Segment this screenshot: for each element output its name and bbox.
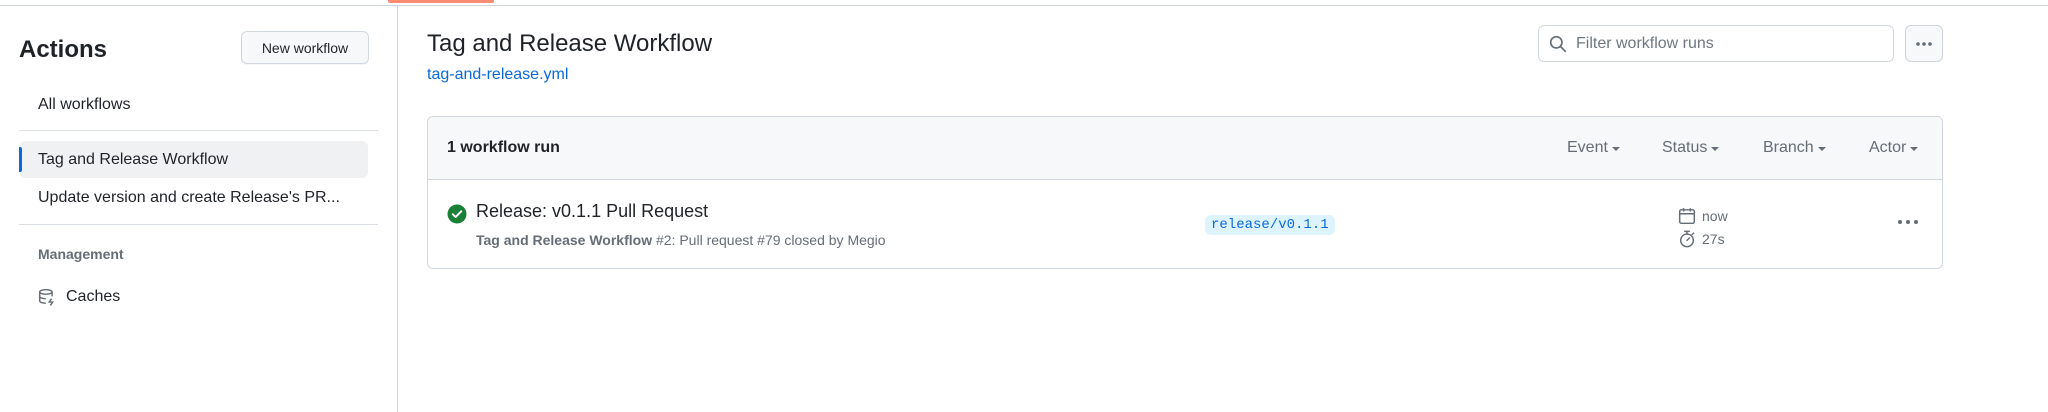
database-icon [38,288,54,306]
caret-down-icon [1817,147,1826,151]
more-options-button[interactable] [1905,25,1943,62]
sidebar-item-caches[interactable]: Caches [38,282,120,312]
filter-menu-label: Branch [1763,139,1814,156]
search-icon [1549,35,1567,52]
run-time: now [1678,207,1728,225]
status-filter-menu[interactable]: Status [1662,139,1720,157]
filter-menu-label: Status [1662,139,1708,156]
sidebar-item-update-version-workflow[interactable]: Update version and create Release's PR..… [19,179,368,216]
sidebar-item-label: All workflows [38,95,131,113]
run-workflow-name: Tag and Release Workflow [476,232,653,248]
kebab-horizontal-icon [1916,41,1932,46]
calendar-icon [1678,208,1696,225]
run-details: #2: Pull request #79 closed by Megio [652,232,886,248]
run-meta: Tag and Release Workflow #2: Pull reques… [476,232,886,248]
filter-menu-label: Actor [1869,139,1907,156]
runs-header: 1 workflow run Event Status Branch Actor [428,117,1942,180]
management-section-label: Management [38,246,124,262]
caret-down-icon [1711,147,1720,151]
actor-filter-menu[interactable]: Actor [1869,139,1919,157]
branch-filter-menu[interactable]: Branch [1763,139,1826,157]
workflow-file-link[interactable]: tag-and-release.yml [427,66,568,84]
filter-menu-label: Event [1567,139,1608,156]
filter-runs-input[interactable] [1576,34,1876,53]
caret-down-icon [1910,147,1919,151]
sidebar-item-label: Tag and Release Workflow [38,150,229,168]
run-title-link[interactable]: Release: v0.1.1 Pull Request [476,201,708,222]
sidebar-item-label: Caches [66,288,121,305]
check-circle-fill-icon [447,204,467,224]
table-row[interactable]: Release: v0.1.1 Pull Request Tag and Rel… [428,181,1942,268]
caret-down-icon [1611,147,1620,151]
workflow-runs-box: 1 workflow run Event Status Branch Actor [427,116,1943,269]
selected-indicator [19,147,22,172]
sidebar-item-label: Update version and create Release's PR..… [38,188,340,206]
new-workflow-button[interactable]: New workflow [241,31,369,64]
sidebar: Actions New workflow All workflows Tag a… [0,6,398,412]
run-options-button[interactable] [1896,214,1920,230]
run-duration: 27s [1678,230,1725,248]
runs-count: 1 workflow run [447,139,560,156]
run-time-label: now [1702,208,1728,224]
run-duration-label: 27s [1702,231,1725,247]
sidebar-divider [19,224,378,225]
sidebar-item-tag-and-release-workflow[interactable]: Tag and Release Workflow [19,141,368,178]
branch-label[interactable]: release/v0.1.1 [1205,215,1335,235]
kebab-horizontal-icon [1898,220,1918,224]
filter-runs-field[interactable] [1538,25,1894,62]
stopwatch-icon [1679,230,1695,248]
page-title: Tag and Release Workflow [427,30,713,57]
sidebar-item-all-workflows[interactable]: All workflows [19,86,368,123]
active-tab-indicator [388,0,494,3]
event-filter-menu[interactable]: Event [1567,139,1620,157]
sidebar-divider [19,130,378,131]
sidebar-title: Actions [19,36,108,63]
